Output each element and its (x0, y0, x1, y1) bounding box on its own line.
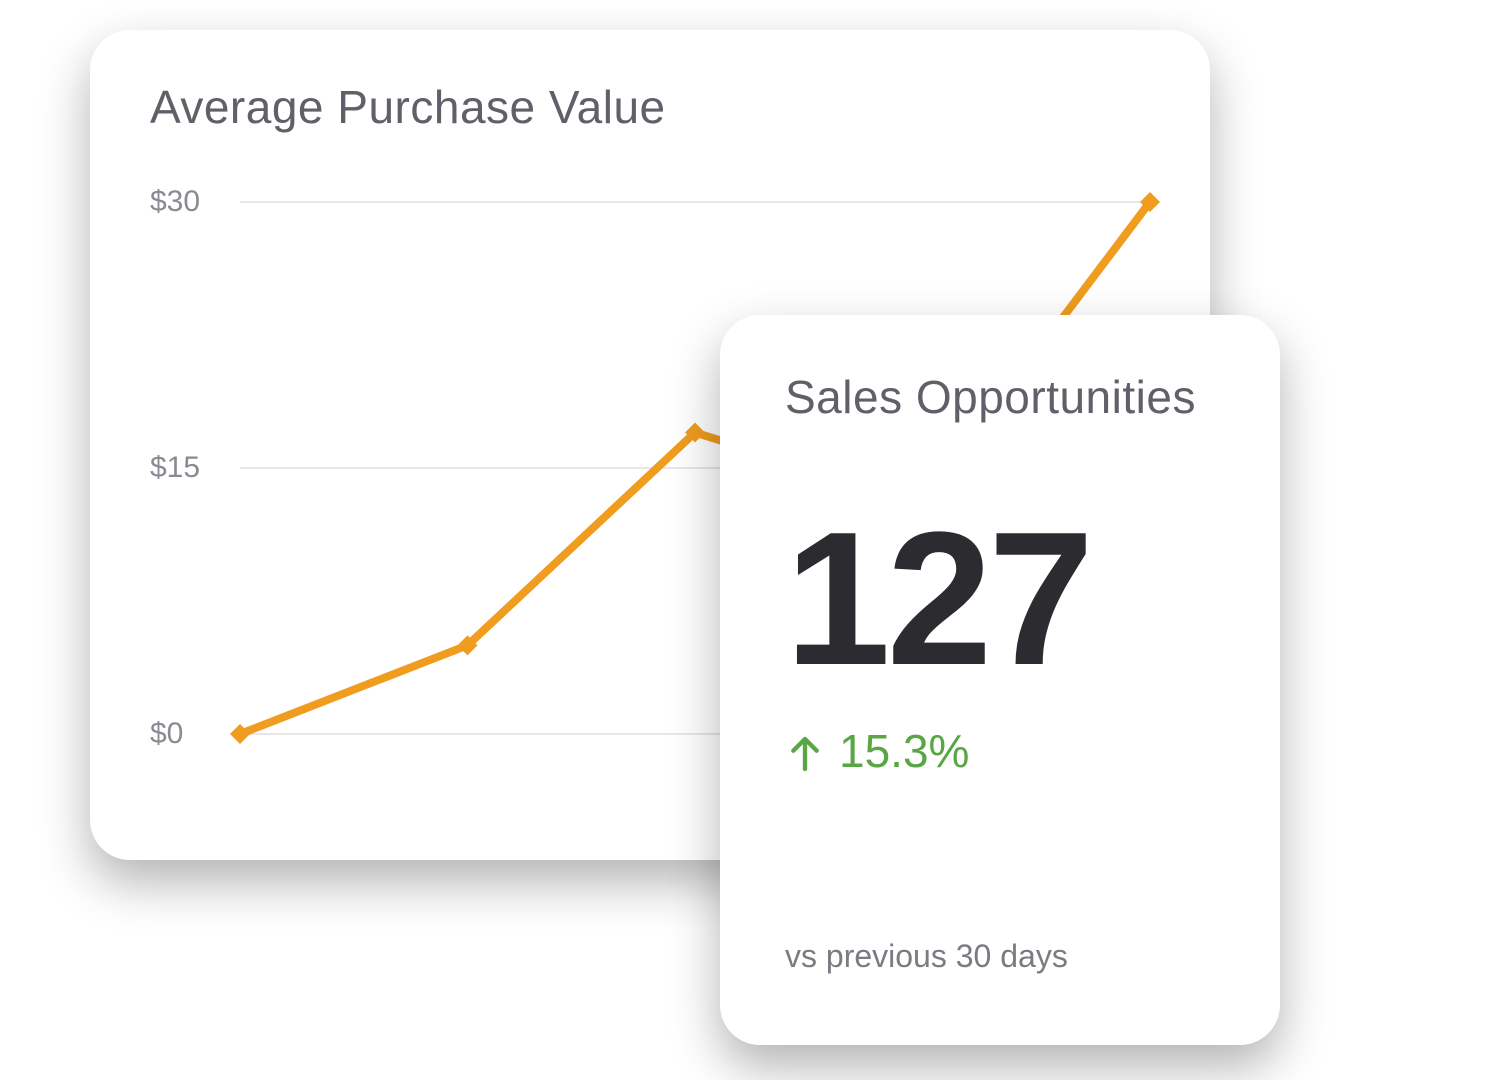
metric-title: Sales Opportunities (785, 370, 1225, 424)
chart-title: Average Purchase Value (150, 80, 1150, 134)
y-tick-label: $30 (150, 185, 240, 219)
metric-compare-label: vs previous 30 days (785, 938, 1225, 995)
metric-delta-value: 15.3% (839, 724, 969, 778)
y-tick-label: $15 (150, 451, 240, 485)
metric-delta: 15.3% (785, 724, 1225, 778)
arrow-up-icon (785, 731, 825, 771)
y-tick-label: $0 (150, 717, 240, 751)
metric-value: 127 (785, 504, 1225, 694)
sales-opportunities-card: Sales Opportunities 127 15.3% vs previou… (720, 315, 1280, 1045)
